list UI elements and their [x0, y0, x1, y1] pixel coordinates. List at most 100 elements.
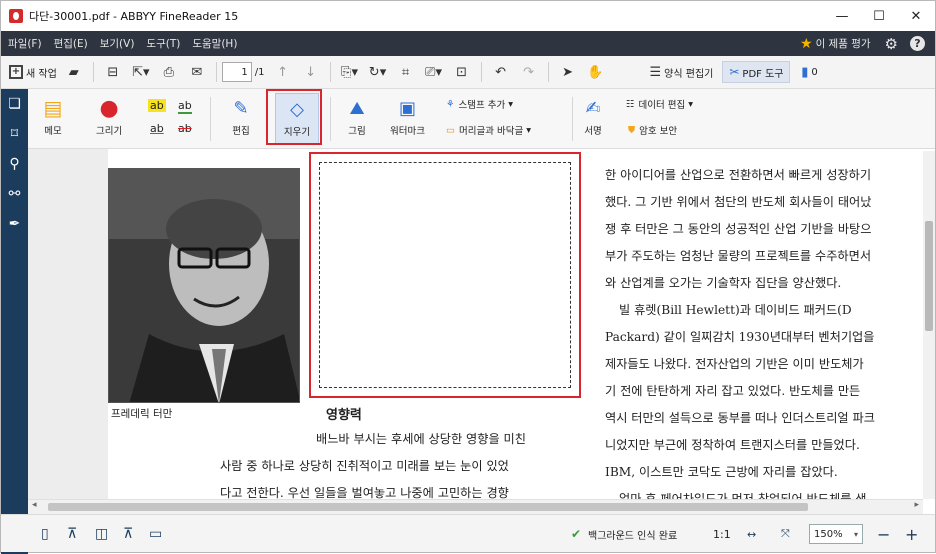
- horizontal-scroll-thumb[interactable]: [48, 503, 808, 511]
- right-text-line: 빌 휴렛(Bill Hewlett)과 데이비드 패커드(D: [619, 303, 852, 317]
- underline-text-button[interactable]: ab: [150, 122, 164, 135]
- scroll-left-arrow-icon[interactable]: ◂: [32, 500, 37, 510]
- right-text-line: 부가 주도하는 엄청난 물량의 프로젝트를 수주하면서: [605, 249, 872, 263]
- comments-button[interactable]: ▮ 0: [798, 59, 820, 85]
- toolbar-separator: [547, 62, 549, 82]
- highlight-text-button[interactable]: ab: [148, 99, 166, 112]
- bookmark-icon[interactable]: ⌑: [1, 119, 28, 149]
- close-button[interactable]: ✕: [893, 1, 936, 31]
- right-text-line: 니었지만 부근에 정착하여 트랜지스터를 만들었다.: [605, 438, 860, 452]
- fit-width-icon[interactable]: ↔: [747, 515, 756, 553]
- stamp-button[interactable]: ⚘ 스탬프 추가 ▾: [446, 97, 513, 112]
- right-text-line: 역시 터만의 설득으로 동부를 떠나 인더스트리얼 파크: [605, 411, 875, 425]
- scan-icon[interactable]: ⎚▾: [423, 59, 445, 85]
- draw-label: 그리기: [96, 126, 123, 137]
- menu-edit[interactable]: 편집(E): [49, 36, 93, 51]
- password-protect-button[interactable]: ⛊ 암호 보안: [628, 123, 678, 138]
- arrow-down-icon[interactable]: ↓: [300, 59, 322, 85]
- mail-icon[interactable]: ✉: [186, 59, 208, 85]
- menu-tools[interactable]: 도구(T): [141, 36, 185, 51]
- memo-button[interactable]: ▤ 메모: [40, 95, 66, 137]
- arrow-up-icon[interactable]: ↑: [272, 59, 294, 85]
- toolbar-separator: [329, 62, 331, 82]
- add-page-icon[interactable]: ⎘▾: [339, 59, 361, 85]
- memo-label: 메모: [44, 126, 62, 137]
- menu-file[interactable]: 파일(F): [3, 36, 47, 51]
- strikethrough-button[interactable]: ab: [178, 122, 192, 135]
- hand-icon[interactable]: ✋: [585, 59, 607, 85]
- erase-selection-area[interactable]: [309, 152, 581, 398]
- data-edit-button[interactable]: ☷ 데이터 편집 ▾: [626, 97, 693, 112]
- export-icon[interactable]: ⇱▾: [130, 59, 152, 85]
- stamp-icon: ⚘: [446, 98, 455, 110]
- vertical-scroll-thumb[interactable]: [925, 221, 933, 331]
- portrait-photo: [108, 168, 300, 403]
- single-page-view-icon[interactable]: ▯: [41, 515, 49, 553]
- draw-button[interactable]: ● 그리기: [96, 95, 123, 138]
- right-text-line: 한 아이디어를 산업으로 전환하면서 빠르게 성장하기: [605, 168, 872, 182]
- new-task-icon: +: [9, 65, 23, 79]
- two-page-scroll-icon[interactable]: ⊼: [123, 515, 133, 553]
- gear-icon[interactable]: ⚙: [885, 35, 898, 53]
- pdf-tools-icon: ✂: [729, 65, 740, 79]
- header-footer-button[interactable]: ▭ 머리글과 바닥글 ▾: [446, 123, 531, 138]
- zoom-select[interactable]: 150% ▾: [809, 524, 863, 544]
- scroll-view-icon[interactable]: ⊼: [67, 515, 77, 553]
- two-page-view-icon[interactable]: ◫: [95, 515, 108, 553]
- right-text-line: 얼마 후 페어차일드가 먼저 창업되어 반도체를 생: [619, 492, 867, 499]
- pages-panel-icon[interactable]: ❏: [1, 89, 28, 119]
- zoom-in-button[interactable]: +: [905, 515, 918, 553]
- attachment-icon[interactable]: ⚯: [1, 179, 28, 209]
- page-number-input[interactable]: 1: [221, 62, 252, 82]
- pointer-icon[interactable]: ➤: [557, 59, 579, 85]
- help-icon[interactable]: ?: [910, 36, 925, 51]
- data-edit-icon: ☷: [626, 98, 635, 110]
- rotate-icon[interactable]: ↻▾: [367, 59, 389, 85]
- redo-icon[interactable]: ↷: [518, 59, 540, 85]
- vertical-scrollbar[interactable]: [923, 151, 935, 499]
- watermark-button[interactable]: ▣ 워터마크: [390, 95, 425, 138]
- save-icon[interactable]: ⊟: [102, 59, 124, 85]
- ribbon-separator: [330, 97, 331, 141]
- star-icon: ★: [800, 35, 813, 52]
- underline-green-button[interactable]: ab: [178, 99, 192, 114]
- menu-help[interactable]: 도움말(H): [187, 36, 242, 51]
- zoom-out-button[interactable]: −: [877, 515, 890, 553]
- toolbar-separator: [480, 62, 482, 82]
- form-editor-button[interactable]: ☰ 양식 편집기: [650, 59, 714, 85]
- protect-label: 암호 보안: [639, 126, 678, 137]
- scroll-right-arrow-icon[interactable]: ▸: [914, 500, 919, 510]
- ribbon-separator: [210, 97, 211, 141]
- edit-label: 편집: [232, 126, 250, 137]
- form-editor-label: 양식 편집기: [664, 68, 714, 80]
- pdf-tools-button[interactable]: ✂ PDF 도구: [722, 61, 791, 83]
- image-settings-icon[interactable]: ⊡: [451, 59, 473, 85]
- fit-page-icon[interactable]: ⤧: [781, 515, 790, 553]
- search-icon[interactable]: ⚲: [1, 149, 28, 179]
- data-edit-label: 데이터 편집: [638, 100, 686, 111]
- right-text-line: Packard) 같이 일찌감치 1930년대부터 벤처기업을: [605, 330, 875, 344]
- finereader-logo-icon: [9, 9, 23, 23]
- actual-size-button[interactable]: 1:1: [713, 515, 731, 553]
- pdf-tools-ribbon: ▤ 메모 ● 그리기 ab ab ab ab ✎ 편집 ◇ 지우기 ⛰ 그림 ▣…: [28, 89, 935, 149]
- sign-label: 서명: [584, 126, 602, 137]
- image-button[interactable]: ⛰ 그림: [344, 95, 370, 138]
- watermark-label: 워터마크: [390, 126, 425, 137]
- zoom-value: 150%: [814, 528, 843, 540]
- fullscreen-view-icon[interactable]: ▭: [149, 515, 162, 553]
- undo-icon[interactable]: ↶: [490, 59, 512, 85]
- rate-product-link[interactable]: 이 제품 평가: [816, 36, 871, 51]
- print-icon[interactable]: ⎙: [158, 59, 180, 85]
- recognition-status: 백그라운드 인식 완료: [588, 530, 678, 542]
- menu-view[interactable]: 보기(V): [95, 36, 140, 51]
- sign-button[interactable]: ✍ 서명: [580, 95, 606, 138]
- horizontal-scrollbar[interactable]: ◂ ▸: [28, 499, 923, 514]
- crop-icon[interactable]: ⌗: [395, 59, 417, 85]
- title-bar: 다단-30001.pdf - ABBYY FineReader 15 — ☐ ✕: [1, 1, 935, 31]
- open-folder-icon[interactable]: ▰: [63, 59, 85, 85]
- signature-panel-icon[interactable]: ✒: [1, 209, 28, 239]
- edit-button[interactable]: ✎ 편집: [228, 95, 254, 138]
- right-text-line: IBM, 이스트만 코닥도 근방에 자리를 잡았다.: [605, 465, 838, 479]
- menu-bar: 파일(F) 편집(E) 보기(V) 도구(T) 도움말(H) ★ 이 제품 평가…: [1, 31, 935, 56]
- new-task-button[interactable]: + 새 작업: [9, 59, 57, 85]
